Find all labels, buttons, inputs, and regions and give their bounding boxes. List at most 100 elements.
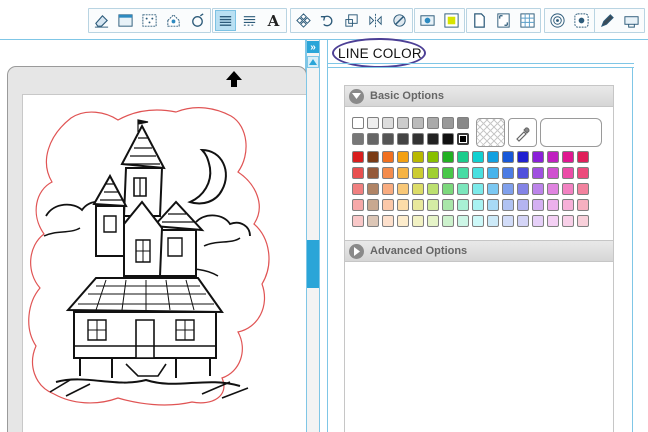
color-swatch[interactable] <box>487 215 499 227</box>
color-swatch[interactable] <box>547 167 559 179</box>
color-swatch[interactable] <box>487 183 499 195</box>
color-swatch[interactable] <box>532 151 544 163</box>
color-swatch[interactable] <box>397 167 409 179</box>
color-swatch[interactable] <box>352 199 364 211</box>
color-swatch[interactable] <box>532 199 544 211</box>
color-swatch[interactable] <box>442 199 454 211</box>
color-swatch[interactable] <box>532 167 544 179</box>
advanced-options-header[interactable]: Advanced Options <box>344 240 614 262</box>
color-swatch[interactable] <box>547 183 559 195</box>
color-swatch[interactable] <box>577 167 589 179</box>
color-swatch[interactable] <box>472 151 484 163</box>
color-swatch[interactable] <box>532 183 544 195</box>
eyedropper-button[interactable] <box>508 118 537 147</box>
gray-swatch[interactable] <box>367 133 379 145</box>
lasso-button[interactable] <box>187 10 208 31</box>
scroll-up-button[interactable] <box>307 56 319 68</box>
color-swatch[interactable] <box>382 199 394 211</box>
eraser-button[interactable] <box>91 10 112 31</box>
color-swatch[interactable] <box>352 151 364 163</box>
basic-options-header[interactable]: Basic Options <box>344 85 614 107</box>
color-swatch[interactable] <box>457 151 469 163</box>
color-swatch[interactable] <box>517 183 529 195</box>
collapse-panel-icon[interactable]: » <box>307 41 319 53</box>
color-swatch[interactable] <box>547 151 559 163</box>
text-tool-button[interactable]: A <box>263 10 284 31</box>
color-swatch[interactable] <box>442 215 454 227</box>
gray-swatch[interactable] <box>382 133 394 145</box>
color-swatch[interactable] <box>487 199 499 211</box>
color-swatch[interactable] <box>427 183 439 195</box>
color-swatch[interactable] <box>502 183 514 195</box>
scale-button[interactable] <box>341 10 362 31</box>
color-swatch[interactable] <box>397 215 409 227</box>
color-swatch[interactable] <box>412 215 424 227</box>
gray-swatch[interactable] <box>457 117 469 129</box>
color-swatch[interactable] <box>487 167 499 179</box>
trace-button[interactable] <box>571 10 592 31</box>
color-swatch[interactable] <box>367 167 379 179</box>
color-swatch[interactable] <box>472 199 484 211</box>
color-swatch[interactable] <box>517 151 529 163</box>
color-swatch[interactable] <box>397 151 409 163</box>
color-swatch[interactable] <box>502 199 514 211</box>
color-swatch[interactable] <box>562 167 574 179</box>
scroll-thumb[interactable] <box>307 240 319 288</box>
color-swatch[interactable] <box>457 199 469 211</box>
color-swatch[interactable] <box>517 215 529 227</box>
color-swatch[interactable] <box>427 215 439 227</box>
color-swatch[interactable] <box>382 167 394 179</box>
color-swatch[interactable] <box>502 151 514 163</box>
gray-swatch[interactable] <box>352 117 364 129</box>
registration-marks-button[interactable] <box>493 10 514 31</box>
color-swatch[interactable] <box>517 199 529 211</box>
design-canvas[interactable] <box>0 40 307 432</box>
color-swatch[interactable] <box>412 199 424 211</box>
color-swatch[interactable] <box>487 151 499 163</box>
color-swatch[interactable] <box>577 215 589 227</box>
grid-dots-button[interactable] <box>139 10 160 31</box>
color-swatch[interactable] <box>502 215 514 227</box>
color-swatch[interactable] <box>352 215 364 227</box>
page-setup-button[interactable] <box>469 10 490 31</box>
line-style-button[interactable] <box>215 10 236 31</box>
color-swatch[interactable] <box>412 183 424 195</box>
color-swatch[interactable] <box>562 183 574 195</box>
color-swatch[interactable] <box>457 215 469 227</box>
color-swatch[interactable] <box>517 167 529 179</box>
gray-swatch[interactable] <box>427 117 439 129</box>
color-swatch[interactable] <box>472 215 484 227</box>
color-swatch[interactable] <box>412 151 424 163</box>
color-swatch[interactable] <box>427 151 439 163</box>
color-swatch[interactable] <box>472 167 484 179</box>
haunted-house-image[interactable] <box>26 106 276 406</box>
library-button[interactable] <box>417 10 438 31</box>
color-swatch[interactable] <box>382 215 394 227</box>
color-swatch[interactable] <box>457 167 469 179</box>
gray-swatch[interactable] <box>397 133 409 145</box>
color-swatch[interactable] <box>472 183 484 195</box>
color-swatch[interactable] <box>562 151 574 163</box>
color-swatch[interactable] <box>442 151 454 163</box>
house-button[interactable] <box>163 10 184 31</box>
color-swatch[interactable] <box>382 151 394 163</box>
rotate-button[interactable] <box>317 10 338 31</box>
replicate-button[interactable] <box>293 10 314 31</box>
color-swatch[interactable] <box>352 167 364 179</box>
color-swatch[interactable] <box>532 215 544 227</box>
color-swatch[interactable] <box>457 183 469 195</box>
send-to-cutter-button[interactable] <box>621 10 642 31</box>
color-swatch[interactable] <box>382 183 394 195</box>
grid-button[interactable] <box>517 10 538 31</box>
line-style-dashed-button[interactable] <box>239 10 260 31</box>
color-swatch[interactable] <box>442 183 454 195</box>
color-swatch[interactable] <box>547 215 559 227</box>
no-color-swatch[interactable] <box>476 118 505 147</box>
color-swatch[interactable] <box>367 199 379 211</box>
color-swatch[interactable] <box>577 199 589 211</box>
offset-button[interactable] <box>547 10 568 31</box>
fill-color-button[interactable] <box>441 10 462 31</box>
mirror-button[interactable] <box>365 10 386 31</box>
color-swatch[interactable] <box>562 215 574 227</box>
gray-swatch[interactable] <box>442 117 454 129</box>
